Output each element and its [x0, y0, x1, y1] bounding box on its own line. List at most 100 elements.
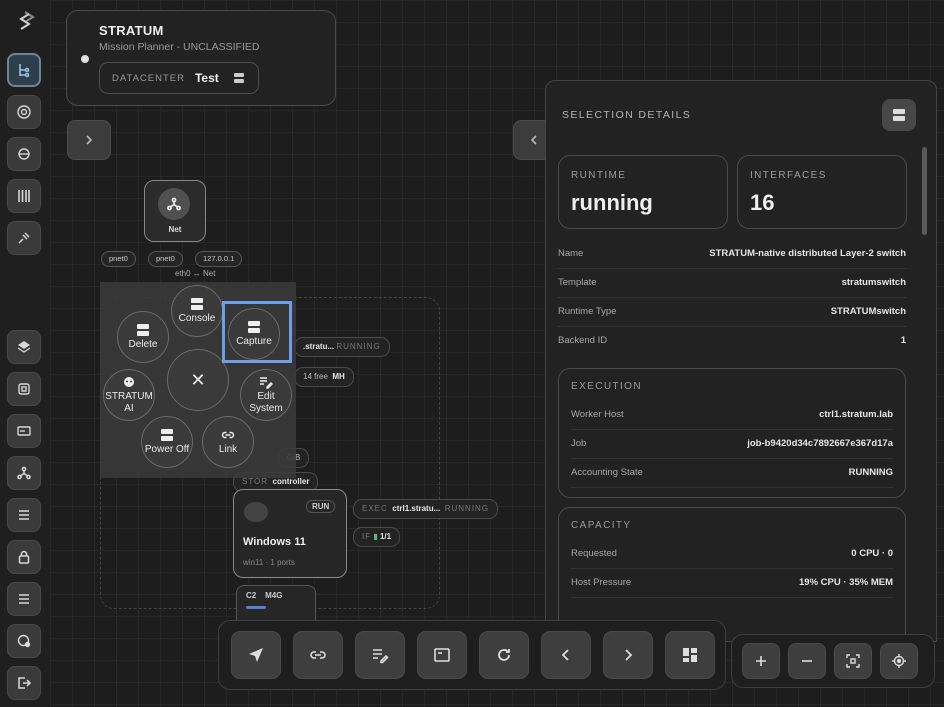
edit-notes-icon — [373, 649, 389, 664]
field-name: Name STRATUM-native distributed Layer-2 s… — [558, 239, 906, 269]
link-button[interactable]: Link — [202, 416, 254, 468]
small-node-label: C2 M4G — [246, 591, 283, 600]
console-button[interactable]: Console — [171, 285, 223, 337]
datacenter-value: Test — [194, 71, 219, 85]
stratum-logo-icon — [13, 10, 37, 34]
link-icon — [221, 431, 235, 439]
field-template: Template stratumswitch — [558, 268, 906, 298]
close-menu-button[interactable]: ✕ — [167, 349, 229, 411]
field-backend-id: Backend ID 1 — [558, 335, 906, 346]
runtime-value: running — [571, 190, 653, 215]
panel-menu-button[interactable] — [882, 99, 916, 131]
hub-icon[interactable] — [7, 456, 41, 490]
net-node[interactable]: Net — [144, 180, 206, 242]
target-icon — [892, 654, 906, 668]
edit-tool-button[interactable] — [355, 631, 405, 679]
field-runtime-type: Runtime Type STRATUMswitch — [558, 297, 906, 327]
list-icon[interactable] — [7, 498, 41, 532]
runtime-stat: RUNTIME running — [558, 155, 728, 229]
chevron-right-icon — [625, 649, 633, 661]
server-icon — [233, 73, 244, 83]
port-pill: pnet0 — [101, 251, 136, 267]
chevron-left-icon — [561, 649, 569, 661]
chevron-left-icon — [530, 135, 537, 145]
resource-tag: 14 free MH — [294, 367, 354, 387]
execution-section: EXECUTION Worker Host ctrl1.stratum.lab J… — [558, 368, 906, 498]
worker-host-row: Worker Host ctrl1.stratum.lab — [571, 400, 893, 430]
os-icon — [244, 502, 268, 522]
zoom-in-button[interactable] — [742, 643, 780, 679]
fit-screen-icon — [846, 654, 860, 668]
selection-details-panel: SELECTION DETAILS RUNTIME running INTERF… — [545, 80, 937, 642]
fit-view-button[interactable] — [834, 643, 872, 679]
edit-system-button[interactable]: Edit System — [240, 369, 292, 421]
datacenter-selector[interactable]: DATACENTER Test — [99, 62, 259, 94]
window-icon — [434, 648, 450, 662]
capture-highlight — [222, 301, 292, 363]
server-icon — [893, 109, 905, 121]
previous-button[interactable] — [541, 631, 591, 679]
robot-icon — [124, 377, 134, 387]
network-globe-icon[interactable] — [7, 95, 41, 129]
port-pill: pnet0 — [148, 251, 183, 267]
usage-bar — [246, 606, 266, 609]
topology-icon[interactable] — [7, 53, 41, 87]
layers-icon[interactable] — [7, 330, 41, 364]
host-pressure-row: Host Pressure 19% CPU · 35% MEM — [571, 568, 893, 598]
edge-label: eth0 ↔ Net — [175, 269, 216, 278]
refresh-icon — [498, 649, 510, 661]
vm-name: Windows 11 — [243, 536, 306, 548]
zoom-controls — [731, 634, 935, 688]
hub-icon — [158, 188, 190, 220]
power-off-button[interactable]: Power Off — [141, 416, 193, 468]
satellite-icon[interactable] — [7, 221, 41, 255]
chevron-right-icon — [86, 135, 93, 145]
left-rail — [0, 0, 51, 707]
link-icon — [310, 651, 326, 659]
link-tool-button[interactable] — [293, 631, 343, 679]
requested-row: Requested 0 CPU · 0 — [571, 539, 893, 569]
datacenter-label: DATACENTER — [112, 72, 185, 84]
window-tool-button[interactable] — [417, 631, 467, 679]
select-tool-button[interactable] — [231, 631, 281, 679]
lock-icon[interactable] — [7, 540, 41, 574]
globe-settings-icon[interactable] — [7, 624, 41, 658]
vm-subtitle: win11 · 1 ports — [243, 558, 295, 567]
menu-list-icon[interactable] — [7, 582, 41, 616]
refresh-button[interactable] — [479, 631, 529, 679]
dashboard-icon — [683, 648, 697, 662]
dashboard-button[interactable] — [665, 631, 715, 679]
navigation-arrow-icon — [249, 648, 263, 662]
logout-icon[interactable] — [7, 666, 41, 700]
center-view-button[interactable] — [880, 643, 918, 679]
interface-tag: IF ▮ 1/1 — [353, 527, 401, 547]
chip-icon[interactable] — [7, 372, 41, 406]
zoom-out-button[interactable] — [788, 643, 826, 679]
exec-tag: EXEC ctrl1.stratu... RUNNING — [353, 499, 499, 519]
vm-card[interactable]: RUN Windows 11 win11 · 1 ports — [233, 489, 347, 578]
run-badge: RUN — [306, 500, 336, 513]
app-subtitle: Mission Planner - UNCLASSIFIED — [99, 41, 260, 53]
ip-pill: 127.0.0.1 — [195, 251, 243, 267]
storage-drive-icon[interactable] — [7, 414, 41, 448]
delete-button[interactable]: Delete — [117, 311, 169, 363]
node-name: Net — [168, 225, 182, 234]
expand-left-button[interactable] — [67, 120, 111, 160]
equalizer-icon[interactable] — [7, 179, 41, 213]
interfaces-value: 16 — [750, 190, 775, 215]
panel-scrollbar[interactable] — [922, 147, 927, 235]
next-button[interactable] — [603, 631, 653, 679]
server-icon — [161, 429, 173, 441]
plus-icon — [756, 656, 766, 666]
accounting-state-row: Accounting State RUNNING — [571, 458, 893, 488]
close-icon: ✕ — [190, 370, 206, 390]
server-icon — [137, 324, 149, 336]
interfaces-stat: INTERFACES 16 — [737, 155, 907, 229]
app-title: STRATUM — [99, 23, 164, 38]
project-header-card: STRATUM Mission Planner - UNCLASSIFIED D… — [66, 10, 336, 106]
edit-icon — [260, 377, 273, 389]
job-row: Job job-b9420d34c7892667e367d17a — [571, 429, 893, 459]
planet-icon[interactable] — [7, 137, 41, 171]
stratum-ai-button[interactable]: STRATUM AI — [103, 369, 155, 421]
minus-icon — [802, 660, 812, 662]
